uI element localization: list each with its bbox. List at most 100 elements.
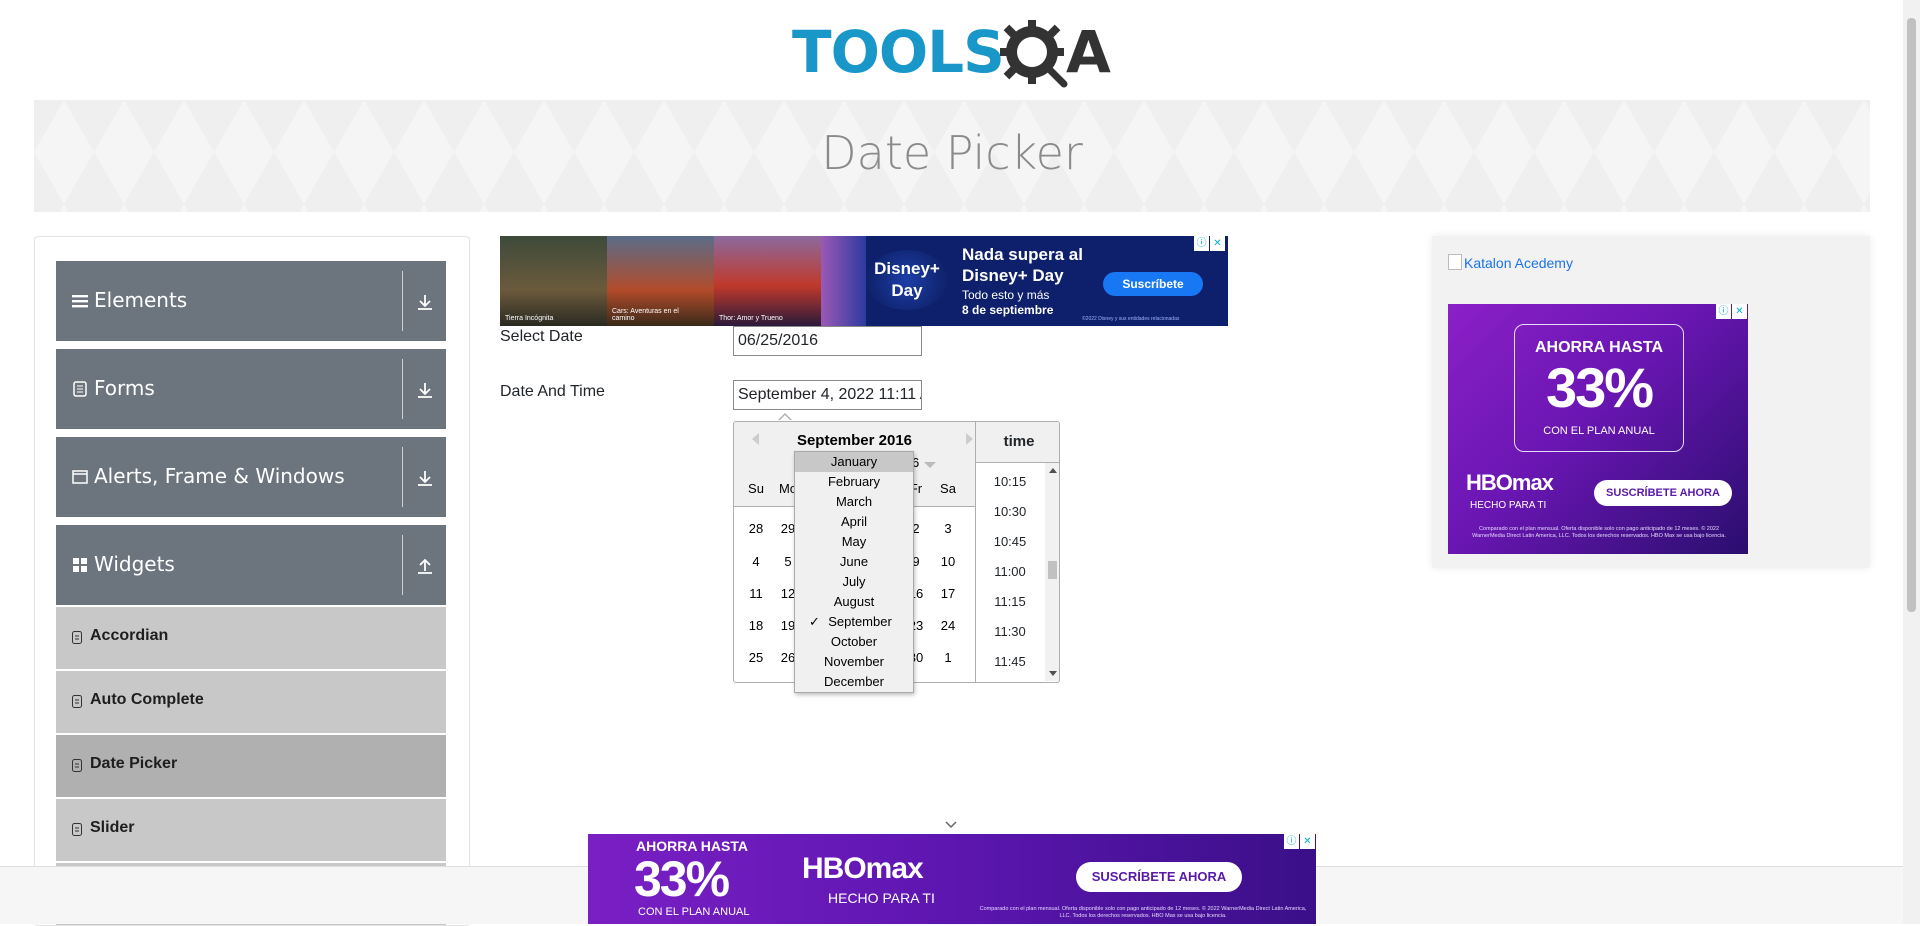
toolsqa-logo[interactable]: TOOLS A [792, 14, 1114, 94]
time-option[interactable]: 11:00 [976, 564, 1044, 579]
calendar-day[interactable]: 4 [740, 554, 772, 569]
adchoices-icon[interactable]: ⓘ [1284, 834, 1299, 849]
month-option-selected[interactable]: ✓ September [795, 612, 913, 632]
sidebar-group-elements[interactable]: Elements [56, 261, 446, 341]
poster-caption: Thor: Amor y Trueno [719, 315, 783, 322]
month-option[interactable]: March [795, 492, 913, 512]
poster-caption: Tierra Incógnita [505, 315, 554, 322]
calendar-day[interactable]: 3 [932, 521, 964, 536]
select-date-input[interactable]: 06/25/2016 [733, 326, 922, 356]
page-banner: Date Picker [34, 100, 1870, 212]
hbomax-logo: HBOmax [1466, 470, 1554, 495]
calendar-day[interactable]: 11 [740, 586, 772, 601]
ad-legal: Comparado con el plan mensual. Oferta di… [1472, 526, 1726, 539]
page-title: Date Picker [821, 126, 1083, 180]
month-option[interactable]: April [795, 512, 913, 532]
list-item-icon [72, 759, 82, 772]
month-option[interactable]: August [795, 592, 913, 612]
month-option[interactable]: June [795, 552, 913, 572]
subscribe-button[interactable]: Suscríbete [1103, 272, 1203, 296]
download-arrow-icon[interactable] [416, 293, 434, 311]
time-option[interactable]: 10:45 [976, 534, 1044, 549]
hbomax-logo: HBOmax [802, 852, 924, 885]
month-option-label: September [828, 614, 892, 629]
time-option[interactable]: 10:15 [976, 474, 1044, 489]
hbomax-ad[interactable]: AHORRA HASTA 33% CON EL PLAN ANUAL HBOma… [1448, 304, 1748, 554]
broken-image-icon [1448, 254, 1462, 270]
calendar-day[interactable]: 24 [932, 618, 964, 633]
sidebar-item-label: Accordian [90, 627, 169, 644]
offer-percent: 33% [1545, 356, 1654, 419]
month-option[interactable]: October [795, 632, 913, 652]
disney-ad-banner[interactable]: Tierra Incógnita Cars: Aventuras en el c… [500, 236, 1228, 326]
bottom-hbomax-ad[interactable]: AHORRA HASTA 33% CON EL PLAN ANUAL HBOma… [588, 834, 1316, 924]
close-icon[interactable]: ✕ [1300, 834, 1315, 849]
upload-arrow-icon[interactable] [416, 557, 434, 575]
sidebar-group-alerts[interactable]: Alerts, Frame & Windows [56, 437, 446, 517]
sidebar-group-widgets[interactable]: Widgets [56, 525, 446, 605]
subscribe-now-button[interactable]: SUSCRÍBETE AHORA [1594, 480, 1732, 506]
time-option[interactable]: 11:30 [976, 624, 1044, 639]
calendar-day[interactable]: 1 [932, 650, 964, 665]
day-name: Sa [940, 481, 956, 496]
offer-line: CON EL PLAN ANUAL [1543, 425, 1655, 437]
scroll-thumb[interactable] [1907, 18, 1916, 612]
poster-caption: Cars: Aventuras en el camino [612, 308, 679, 322]
time-scrollbar[interactable] [1045, 463, 1059, 681]
month-option[interactable]: May [795, 532, 913, 552]
calendar-day[interactable]: 25 [740, 650, 772, 665]
broken-image-link[interactable]: Katalon Acedemy [1448, 254, 1573, 271]
close-icon[interactable]: ✕ [1210, 236, 1225, 251]
sidebar-group-forms[interactable]: Forms [56, 349, 446, 429]
sidebar-item-accordian[interactable]: Accordian [56, 607, 446, 671]
month-option[interactable]: November [795, 652, 913, 672]
subtext-line: 8 de septiembre [962, 303, 1054, 317]
time-option[interactable]: 10:30 [976, 504, 1044, 519]
close-icon[interactable]: ✕ [1732, 304, 1747, 319]
sidebar-item-slider[interactable]: Slider [56, 799, 446, 863]
scroll-up-icon[interactable] [1049, 468, 1057, 473]
calendar-day[interactable]: 10 [932, 554, 964, 569]
time-option[interactable]: 11:45 [976, 654, 1044, 669]
sidebar-item-auto-complete[interactable]: Auto Complete [56, 671, 446, 735]
sidebar-item-label: Auto Complete [90, 691, 204, 708]
month-option[interactable]: February [795, 472, 913, 492]
download-arrow-icon[interactable] [416, 381, 434, 399]
page-scrollbar[interactable] [1903, 0, 1920, 924]
month-option[interactable]: December [795, 672, 913, 692]
headline-line: Disney+ Day [962, 266, 1064, 285]
sidebar-group-label: Forms [94, 376, 155, 400]
sidebar-item-date-picker[interactable]: Date Picker [56, 735, 446, 799]
sidebar-group-label: Alerts, Frame & Windows [94, 464, 345, 488]
date-time-input[interactable]: September 4, 2022 11:11 AM [733, 380, 922, 410]
subscribe-now-button[interactable]: SUSCRÍBETE AHORA [1076, 862, 1242, 892]
ad-tagline: HECHO PARA TI [828, 890, 935, 906]
divider [402, 271, 403, 331]
divider [402, 359, 403, 419]
logo-line: Disney+ [874, 259, 940, 278]
month-option[interactable]: January [795, 452, 913, 472]
gear-magnifier-icon [1000, 20, 1068, 88]
form-icon [73, 381, 87, 397]
download-arrow-icon[interactable] [416, 469, 434, 487]
calendar-day[interactable]: 17 [932, 586, 964, 601]
month-option[interactable]: July [795, 572, 913, 592]
current-month: September 2016 [796, 432, 913, 449]
ad-legal: Comparado con el plan mensual. Oferta di… [979, 906, 1307, 919]
subtext-line: Todo esto y más [962, 288, 1050, 302]
scroll-down-icon[interactable] [1049, 671, 1057, 676]
adchoices-icon[interactable]: ⓘ [1716, 304, 1731, 319]
chevron-down-icon[interactable] [944, 818, 958, 832]
caret-down-icon[interactable] [924, 462, 936, 468]
time-option[interactable]: 11:15 [976, 594, 1044, 609]
sidebar-item-label: Date Picker [90, 755, 178, 772]
headline-line: Nada supera al [962, 245, 1083, 264]
calendar-day[interactable]: 28 [740, 521, 772, 536]
adchoices-icon[interactable]: ⓘ [1194, 236, 1209, 251]
month-dropdown-list: January February March April May June Ju… [794, 451, 914, 693]
window-icon [72, 470, 88, 484]
next-month-icon[interactable] [966, 433, 973, 445]
calendar-day[interactable]: 18 [740, 618, 772, 633]
day-name: Su [748, 481, 764, 496]
scroll-thumb[interactable] [1048, 561, 1057, 579]
